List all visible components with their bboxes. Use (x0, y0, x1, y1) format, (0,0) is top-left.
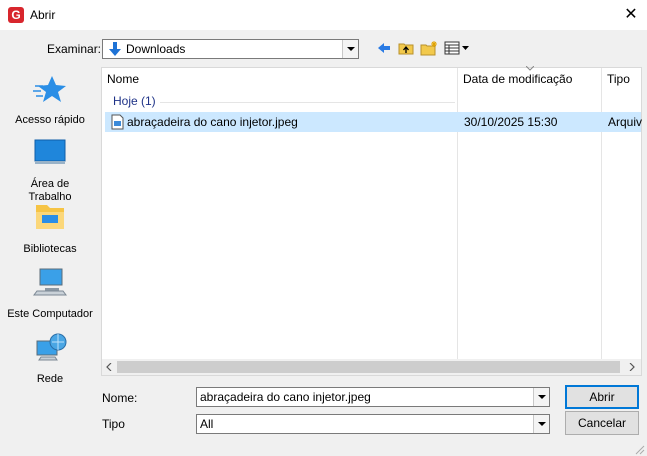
resize-grip-icon[interactable] (633, 443, 645, 455)
desktop-icon (34, 139, 66, 164)
sidebar-item-quick-access[interactable]: Acesso rápido (0, 72, 100, 127)
column-header-type[interactable]: Tipo (607, 68, 630, 90)
image-file-icon (111, 114, 124, 130)
sidebar-item-label: Bibliotecas (23, 243, 77, 255)
libraries-icon (36, 205, 64, 229)
sidebar-item-desktop[interactable]: Área de Trabalho (0, 136, 100, 204)
lookin-value: Downloads (126, 42, 186, 56)
sidebar-item-this-pc[interactable]: Este Computador (0, 266, 100, 321)
file-name: abraçadeira do cano injetor.jpeg (127, 115, 298, 129)
scroll-right-icon[interactable] (629, 363, 635, 371)
up-folder-icon[interactable] (398, 40, 414, 56)
network-icon (36, 333, 67, 361)
group-header-today[interactable]: Hoje (1) (113, 94, 156, 108)
window-title: Abrir (30, 8, 56, 22)
filename-value: abraçadeira do cano injetor.jpeg (200, 390, 371, 404)
filename-input[interactable]: abraçadeira do cano injetor.jpeg (196, 387, 550, 407)
group-divider (160, 102, 455, 103)
column-header-name[interactable]: Nome (107, 68, 139, 90)
open-button[interactable]: Abrir (565, 385, 639, 409)
filename-label: Nome: (102, 391, 138, 405)
view-menu-icon[interactable] (444, 41, 470, 55)
computer-icon (33, 268, 67, 296)
title-bar: G Abrir ✕ (0, 0, 647, 30)
sort-indicator-icon (526, 66, 534, 71)
download-arrow-icon (109, 42, 121, 56)
chevron-down-icon[interactable] (342, 40, 358, 58)
cancel-button[interactable]: Cancelar (565, 411, 639, 435)
new-folder-icon[interactable] (420, 40, 438, 56)
sidebar-item-label: Rede (36, 373, 64, 385)
filetype-value: All (200, 417, 214, 431)
lookin-label: Examinar: (47, 42, 102, 56)
filetype-label: Tipo (102, 417, 125, 431)
sidebar-item-network[interactable]: Rede (0, 331, 100, 386)
file-date: 30/10/2025 15:30 (464, 115, 558, 129)
chevron-down-icon[interactable] (533, 415, 549, 433)
filetype-select[interactable]: All (196, 414, 550, 434)
sidebar-item-label: Este Computador (7, 308, 93, 320)
back-arrow-icon[interactable] (377, 41, 391, 55)
star-icon (33, 76, 66, 102)
lookin-combo[interactable]: Downloads (102, 39, 359, 59)
horizontal-scrollbar[interactable] (102, 359, 641, 375)
table-row[interactable]: abraçadeira do cano injetor.jpeg 30/10/2… (105, 112, 643, 132)
file-type: Arquiv (608, 115, 643, 129)
file-list[interactable]: Nome Data de modificação Tipo Hoje (1) a… (101, 66, 643, 376)
column-header-date[interactable]: Data de modificação (463, 68, 572, 90)
app-logo-icon: G (8, 7, 24, 23)
close-icon[interactable]: ✕ (618, 2, 644, 28)
sidebar-item-libraries[interactable]: Bibliotecas (0, 201, 100, 256)
scrollbar-thumb[interactable] (117, 361, 620, 373)
sidebar-item-label: Acesso rápido (15, 114, 85, 126)
scroll-left-icon[interactable] (106, 363, 112, 371)
chevron-down-icon[interactable] (533, 388, 549, 406)
